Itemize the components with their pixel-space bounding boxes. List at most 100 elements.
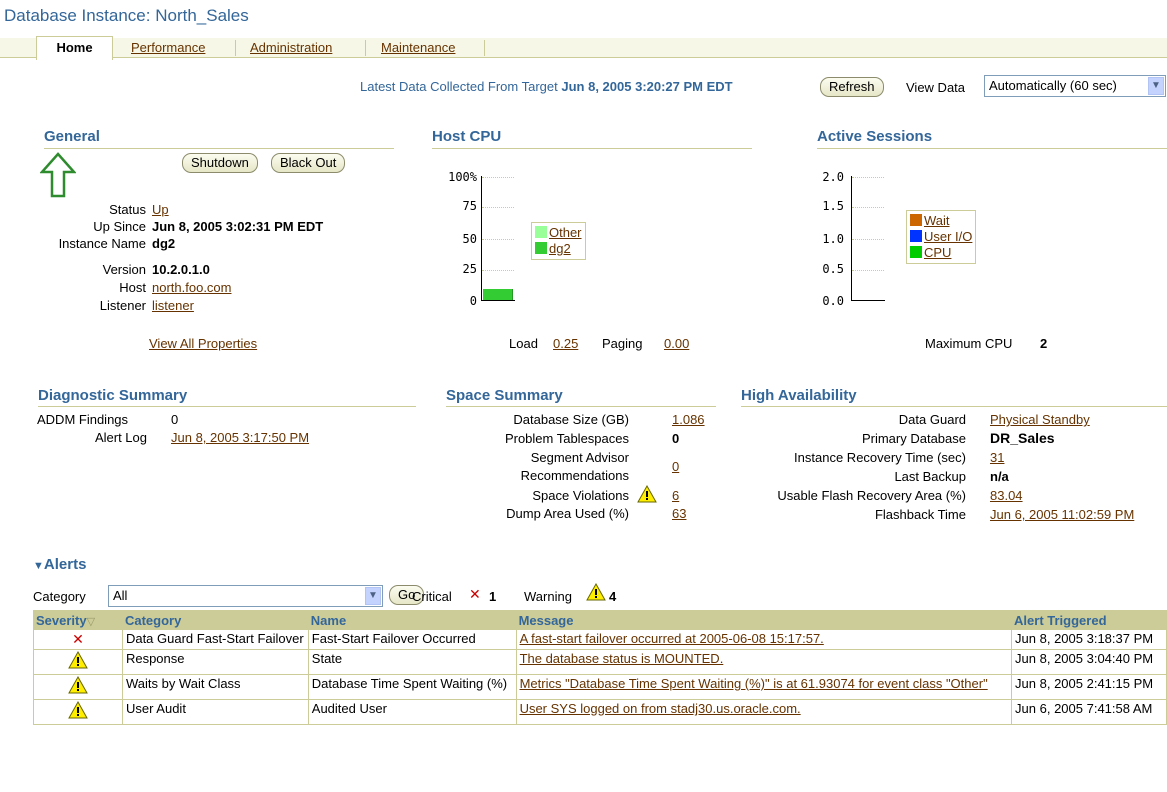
listener-link[interactable]: listener bbox=[152, 298, 194, 313]
tab-separator bbox=[484, 40, 485, 56]
warning-icon bbox=[586, 583, 606, 601]
problem-tablespaces-value: 0 bbox=[672, 431, 680, 446]
active-sessions-divider bbox=[817, 148, 1167, 149]
refresh-button[interactable]: Refresh bbox=[820, 77, 884, 97]
data-guard-label: Data Guard bbox=[898, 412, 966, 427]
blackout-button[interactable]: Black Out bbox=[271, 153, 346, 173]
column-header-name[interactable]: Name bbox=[307, 610, 517, 630]
swatch-icon bbox=[910, 246, 922, 258]
message-cell: The database status is MOUNTED. bbox=[515, 649, 1013, 675]
alerts-heading-label: Alerts bbox=[43, 556, 87, 573]
alerts-table: Severity▽ Category Name Message Alert Tr… bbox=[33, 610, 1167, 725]
alert-log-link[interactable]: Jun 8, 2005 3:17:50 PM bbox=[171, 430, 309, 445]
legend-wait-link[interactable]: Wait bbox=[924, 213, 950, 228]
recovery-time-link[interactable]: 31 bbox=[990, 450, 1004, 465]
category-cell: Waits by Wait Class bbox=[121, 674, 309, 700]
host-cpu-heading: Host CPU bbox=[432, 128, 502, 145]
segment-advisor-link[interactable]: 0 bbox=[672, 459, 679, 474]
warning-icon bbox=[68, 675, 88, 694]
category-value: All bbox=[113, 588, 128, 603]
cpu-tick-label: 25 bbox=[462, 262, 477, 276]
column-header-message[interactable]: Message bbox=[515, 610, 1013, 630]
legend-user-io-link[interactable]: User I/O bbox=[924, 229, 972, 244]
host-cpu-divider bbox=[432, 148, 752, 149]
message-link[interactable]: The database status is MOUNTED. bbox=[520, 651, 724, 666]
view-all-properties-link[interactable]: View All Properties bbox=[149, 336, 257, 351]
host-link[interactable]: north.foo.com bbox=[152, 280, 304, 295]
db-size-link[interactable]: 1.086 bbox=[672, 412, 705, 427]
status-link[interactable]: Up bbox=[152, 202, 169, 217]
legend-other-link[interactable]: Other bbox=[549, 225, 582, 240]
up-arrow-icon bbox=[40, 152, 76, 198]
flash-recovery-link[interactable]: 83.04 bbox=[990, 488, 1023, 503]
sessions-tick-label: 1.5 bbox=[822, 199, 844, 213]
flashback-time-link[interactable]: Jun 6, 2005 11:02:59 PM bbox=[990, 507, 1134, 522]
cpu-tick-label: 100% bbox=[448, 170, 477, 184]
up-since-label: Up Since bbox=[93, 219, 146, 234]
max-cpu-value: 2 bbox=[1040, 336, 1048, 351]
tab-performance[interactable]: Performance bbox=[131, 38, 205, 59]
tab-administration[interactable]: Administration bbox=[250, 38, 332, 59]
collection-prefix: Latest Data Collected From Target bbox=[360, 79, 558, 94]
table-row: ✕ Data Guard Fast-Start Failover Fast-St… bbox=[33, 629, 1167, 650]
ha-divider bbox=[741, 406, 1167, 407]
alert-log-label: Alert Log bbox=[94, 430, 147, 445]
message-cell: Metrics "Database Time Spent Waiting (%)… bbox=[515, 674, 1013, 700]
warning-icon bbox=[68, 700, 88, 719]
legend-dg2-link[interactable]: dg2 bbox=[549, 241, 571, 256]
max-cpu-label: Maximum CPU bbox=[925, 336, 1013, 351]
load-label: Load bbox=[509, 336, 538, 351]
warning-count: 4 bbox=[609, 589, 617, 604]
message-link[interactable]: User SYS logged on from stadj30.us.oracl… bbox=[520, 701, 801, 716]
critical-x-icon: ✕ bbox=[469, 586, 481, 602]
tab-maintenance[interactable]: Maintenance bbox=[381, 38, 455, 59]
space-divider bbox=[446, 406, 716, 407]
cpu-tick-label: 75 bbox=[462, 199, 477, 213]
triggered-cell: Jun 8, 2005 3:18:37 PM bbox=[1011, 629, 1167, 650]
alerts-header-row: Severity▽ Category Name Message Alert Tr… bbox=[33, 610, 1167, 630]
severity-cell bbox=[33, 699, 123, 725]
legend-item-user-io: User I/O bbox=[910, 229, 972, 245]
dump-area-link[interactable]: 63 bbox=[672, 506, 686, 521]
legend-cpu-link[interactable]: CPU bbox=[924, 245, 951, 260]
addm-label: ADDM Findings bbox=[37, 412, 129, 427]
message-link[interactable]: A fast-start failover occurred at 2005-0… bbox=[520, 631, 824, 646]
diagnostic-divider bbox=[38, 406, 416, 407]
column-header-severity[interactable]: Severity▽ bbox=[33, 610, 123, 630]
active-sessions-heading: Active Sessions bbox=[817, 128, 933, 145]
view-data-value: Automatically (60 sec) bbox=[989, 78, 1117, 93]
cpu-y-axis bbox=[481, 176, 482, 301]
column-header-alert-triggered[interactable]: Alert Triggered bbox=[1011, 610, 1167, 630]
version-label: Version bbox=[102, 262, 146, 277]
view-data-select[interactable]: Automatically (60 sec) ▼ bbox=[984, 75, 1166, 97]
paging-link[interactable]: 0.00 bbox=[664, 336, 689, 351]
category-select[interactable]: All ▼ bbox=[108, 585, 383, 607]
sessions-gridline bbox=[852, 239, 884, 240]
tab-home[interactable]: Home bbox=[36, 36, 113, 60]
message-cell: A fast-start failover occurred at 2005-0… bbox=[515, 629, 1013, 650]
version-value: 10.2.0.1.0 bbox=[152, 262, 210, 277]
chevron-down-icon: ▼ bbox=[365, 587, 381, 605]
legend-item-wait: Wait bbox=[910, 213, 972, 229]
collection-info: Latest Data Collected From Target Jun 8,… bbox=[360, 79, 733, 94]
space-violations-label: Space Violations bbox=[532, 488, 629, 503]
recommendations-label: Recommendations bbox=[520, 468, 629, 483]
collection-timestamp: Jun 8, 2005 3:20:27 PM EDT bbox=[561, 79, 733, 94]
sessions-tick-label: 0.0 bbox=[822, 294, 844, 308]
legend-item-dg2: dg2 bbox=[535, 241, 582, 257]
load-link[interactable]: 0.25 bbox=[553, 336, 578, 351]
category-cell: Response bbox=[121, 649, 309, 675]
warning-icon bbox=[68, 650, 88, 669]
shutdown-button[interactable]: Shutdown bbox=[182, 153, 258, 173]
space-violations-link[interactable]: 6 bbox=[672, 488, 679, 503]
data-guard-link[interactable]: Physical Standby bbox=[990, 412, 1090, 427]
column-header-category[interactable]: Category bbox=[121, 610, 309, 630]
sessions-x-axis bbox=[851, 300, 885, 301]
alerts-heading[interactable]: ▼Alerts bbox=[33, 556, 86, 573]
category-label: Category bbox=[33, 589, 86, 604]
message-link[interactable]: Metrics "Database Time Spent Waiting (%)… bbox=[520, 676, 988, 691]
listener-label: Listener bbox=[99, 298, 146, 313]
general-heading: General bbox=[44, 128, 100, 145]
cpu-x-axis bbox=[481, 300, 515, 301]
ha-heading: High Availability bbox=[741, 387, 857, 404]
